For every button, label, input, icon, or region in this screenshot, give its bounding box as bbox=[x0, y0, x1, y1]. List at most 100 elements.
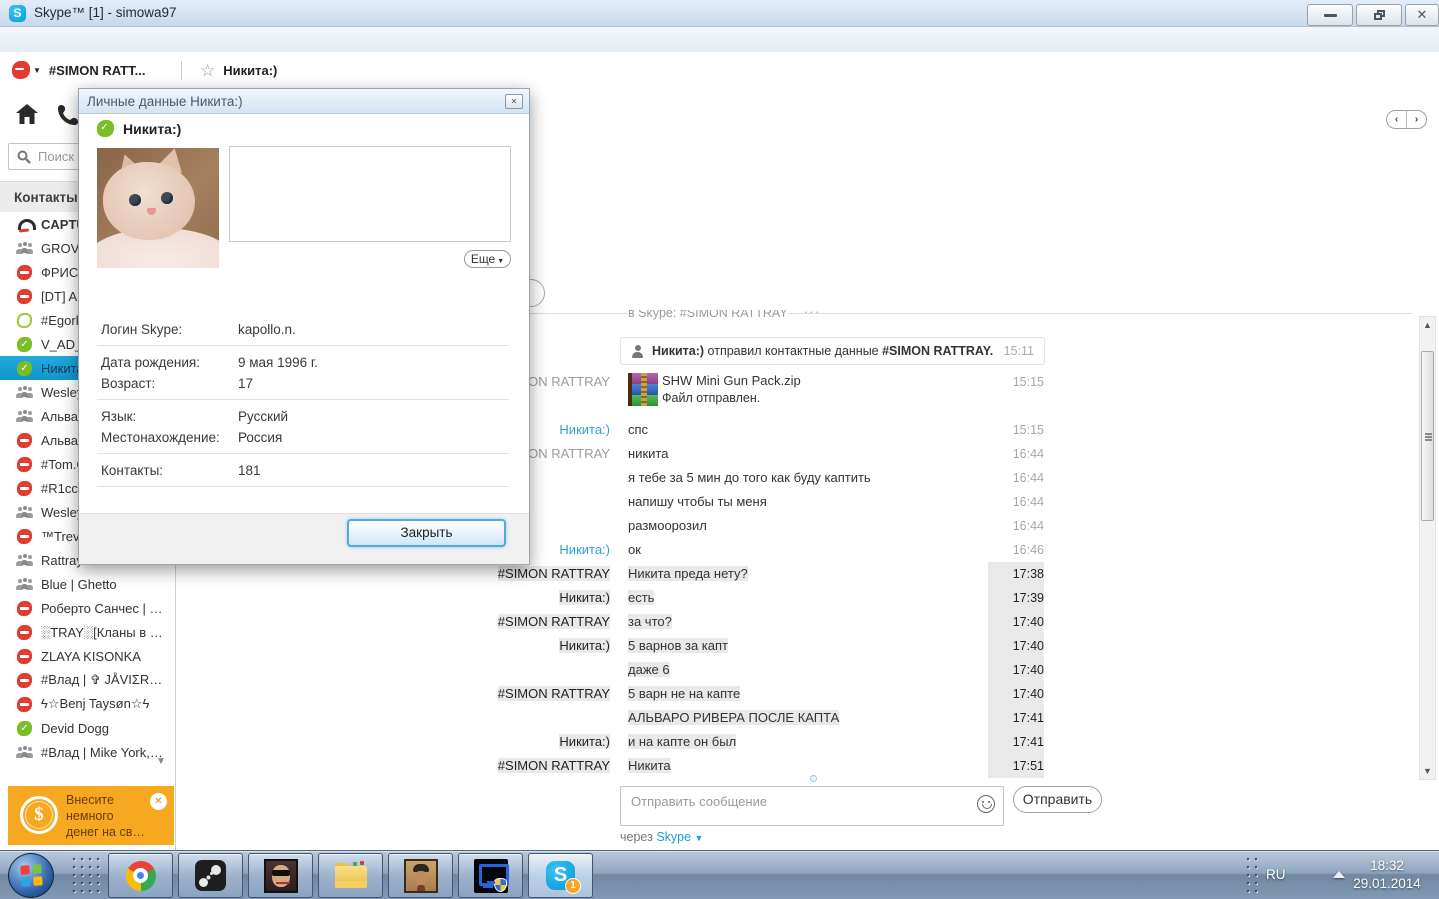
file-name[interactable]: SHW Mini Gun Pack.zip bbox=[662, 373, 801, 388]
tab-nikita[interactable]: ☆ Никита:) bbox=[200, 52, 277, 88]
taskbar-chrome-button[interactable] bbox=[108, 853, 173, 898]
taskbar-grip[interactable] bbox=[70, 855, 100, 896]
dialog-contact-name: Никита:) bbox=[123, 120, 182, 137]
language-indicator[interactable]: RU bbox=[1266, 867, 1286, 882]
contact-name: ZLAYA KISONKA bbox=[41, 648, 141, 664]
contact-name: ϟ☆Benj Taysøn☆ϟ bbox=[41, 696, 150, 711]
tab-simon-rattray[interactable]: ▼ #SIMON RATT... bbox=[12, 52, 145, 88]
contact-name: Devid Dogg bbox=[41, 720, 109, 736]
taskbar-skype-button[interactable]: S1 bbox=[528, 853, 593, 898]
profile-fields: Логин Skype: kapollo.n. Дата рождения: 9… bbox=[97, 319, 513, 493]
contacts-scroll-down-icon[interactable]: ▼ bbox=[156, 756, 166, 767]
taskbar-photo1-button[interactable] bbox=[248, 853, 313, 898]
contact-row[interactable]: Devid Dogg bbox=[0, 716, 176, 740]
send-button[interactable]: Отправить bbox=[1013, 786, 1102, 813]
send-via-selector[interactable]: через Skype ▼ bbox=[620, 830, 703, 844]
contacts-header-label: Контакты bbox=[14, 190, 78, 205]
contact-row[interactable]: ░TRAY░[Кланы в с… bbox=[0, 620, 176, 644]
status-icon bbox=[17, 264, 32, 280]
dialog-close-icon[interactable]: ✕ bbox=[505, 94, 523, 109]
search-placeholder: Поиск bbox=[38, 149, 75, 164]
message-text: 5 варнов за капт bbox=[628, 638, 728, 653]
tab-label: #SIMON RATT... bbox=[48, 62, 146, 78]
message-author[interactable]: Никита:) bbox=[176, 634, 610, 658]
message-time: 17:40 bbox=[988, 634, 1044, 658]
folder-icon bbox=[334, 860, 367, 889]
home-icon[interactable] bbox=[16, 104, 38, 124]
message-author[interactable]: Никита:) bbox=[176, 730, 610, 754]
message-time: 17:51 bbox=[988, 754, 1044, 778]
field-value: 17 bbox=[238, 376, 254, 391]
contact-row[interactable]: Blue | Ghetto bbox=[0, 572, 176, 596]
message-time: 16:44 bbox=[1012, 471, 1044, 485]
coin-icon bbox=[20, 796, 58, 834]
scroll-up-icon[interactable]: ▲ bbox=[1420, 320, 1435, 330]
contact-row[interactable]: Роберто Санчес | B… bbox=[0, 596, 176, 620]
contact-row[interactable]: ϟ☆Benj Taysøn☆ϟ bbox=[0, 692, 176, 716]
taskbar-folder-button[interactable] bbox=[318, 853, 383, 898]
profile-field-row: Местонахождение: Россия bbox=[101, 427, 513, 448]
taskbar-steam-button[interactable] bbox=[178, 853, 243, 898]
restore-button[interactable] bbox=[1356, 4, 1402, 26]
field-label: Логин Skype: bbox=[101, 322, 183, 337]
credit-banner[interactable]: Внесите немного денег на св… ✕ bbox=[8, 786, 174, 845]
contact-name: Роберто Санчес | B… bbox=[41, 600, 165, 616]
message-author[interactable]: Никита:) bbox=[176, 586, 610, 610]
scroll-down-icon[interactable]: ▼ bbox=[1420, 766, 1435, 776]
message-time: 17:40 bbox=[988, 658, 1044, 682]
start-button[interactable] bbox=[8, 853, 54, 898]
profile-field-row: Контакты: 181 bbox=[101, 460, 513, 481]
taskbar-photo2-button[interactable] bbox=[388, 853, 453, 898]
emoticon-picker-icon[interactable] bbox=[977, 795, 995, 813]
chat-message-row: АЛЬВАРО РИВЕРА ПОСЛЕ КАПТА 17:41 bbox=[176, 706, 1044, 730]
contact-row[interactable]: #Влад | Mike York,… bbox=[0, 740, 176, 764]
message-text: никита bbox=[628, 446, 669, 461]
person-icon bbox=[631, 344, 644, 358]
status-icon bbox=[17, 648, 32, 664]
chat-message-row: Никита:) есть 17:39 bbox=[176, 586, 1044, 610]
more-button[interactable]: Еще ▼ bbox=[464, 250, 511, 268]
file-transfer[interactable]: SHW Mini Gun Pack.zip Файл отправлен. bbox=[628, 373, 988, 406]
scrollbar-thumb[interactable] bbox=[1421, 351, 1434, 521]
conversation-nav: ‹ › bbox=[1386, 110, 1427, 129]
message-author[interactable]: #SIMON RATTRAY bbox=[176, 682, 610, 706]
message-text: напишу чтобы ты меня bbox=[628, 494, 767, 509]
close-button[interactable]: ✕ bbox=[1405, 4, 1439, 26]
status-icon bbox=[17, 600, 32, 616]
message-time: 17:40 bbox=[988, 610, 1044, 634]
steam-icon bbox=[195, 860, 226, 891]
field-value: 181 bbox=[238, 463, 261, 478]
message-text: за что? bbox=[628, 614, 672, 629]
message-author[interactable]: #SIMON RATTRAY bbox=[176, 562, 610, 586]
nav-back-button[interactable]: ‹ bbox=[1387, 111, 1407, 128]
message-text: и на капте он был bbox=[628, 734, 737, 749]
clock[interactable]: 18:32 29.01.2014 bbox=[1338, 857, 1436, 893]
taskbar-monitor-button[interactable] bbox=[458, 853, 523, 898]
taskbar-grip[interactable] bbox=[1244, 855, 1258, 896]
status-icon bbox=[17, 432, 32, 448]
dialog-title-bar[interactable]: Личные данные Никита:) ✕ bbox=[79, 89, 529, 114]
field-separator bbox=[97, 453, 509, 454]
message-author[interactable]: #SIMON RATTRAY bbox=[176, 610, 610, 634]
dialog-close-button[interactable]: Закрыть bbox=[347, 519, 506, 547]
status-icon bbox=[17, 312, 32, 328]
contact-row[interactable]: ZLAYA KISONKA bbox=[0, 644, 176, 668]
phone-icon[interactable] bbox=[57, 104, 79, 126]
field-label: Язык: bbox=[101, 409, 137, 424]
chat-message-row: #SIMON RATTRAY Никита преда нету? 17:38 bbox=[176, 562, 1044, 586]
nav-forward-button[interactable]: › bbox=[1407, 111, 1426, 128]
contact-row[interactable]: #Влад | ✞ JÅVIΣR†… bbox=[0, 668, 176, 692]
file-status: Файл отправлен. bbox=[662, 391, 761, 405]
notification-text: Никита:) отправил контактные данные #SIM… bbox=[652, 344, 994, 358]
star-icon: ☆ bbox=[200, 60, 216, 80]
banner-close-icon[interactable]: ✕ bbox=[150, 793, 167, 810]
mood-message-box[interactable] bbox=[229, 146, 511, 242]
message-author[interactable]: #SIMON RATTRAY bbox=[176, 754, 610, 778]
message-input[interactable]: Отправить сообщение bbox=[620, 786, 1004, 826]
message-time: 17:41 bbox=[988, 706, 1044, 730]
windows-flag-icon bbox=[20, 864, 43, 887]
minimize-button[interactable] bbox=[1307, 4, 1353, 26]
chat-scrollbar[interactable]: ▲ ▼ bbox=[1419, 316, 1436, 780]
field-label: Местонахождение: bbox=[101, 430, 220, 445]
status-icon bbox=[17, 217, 36, 232]
